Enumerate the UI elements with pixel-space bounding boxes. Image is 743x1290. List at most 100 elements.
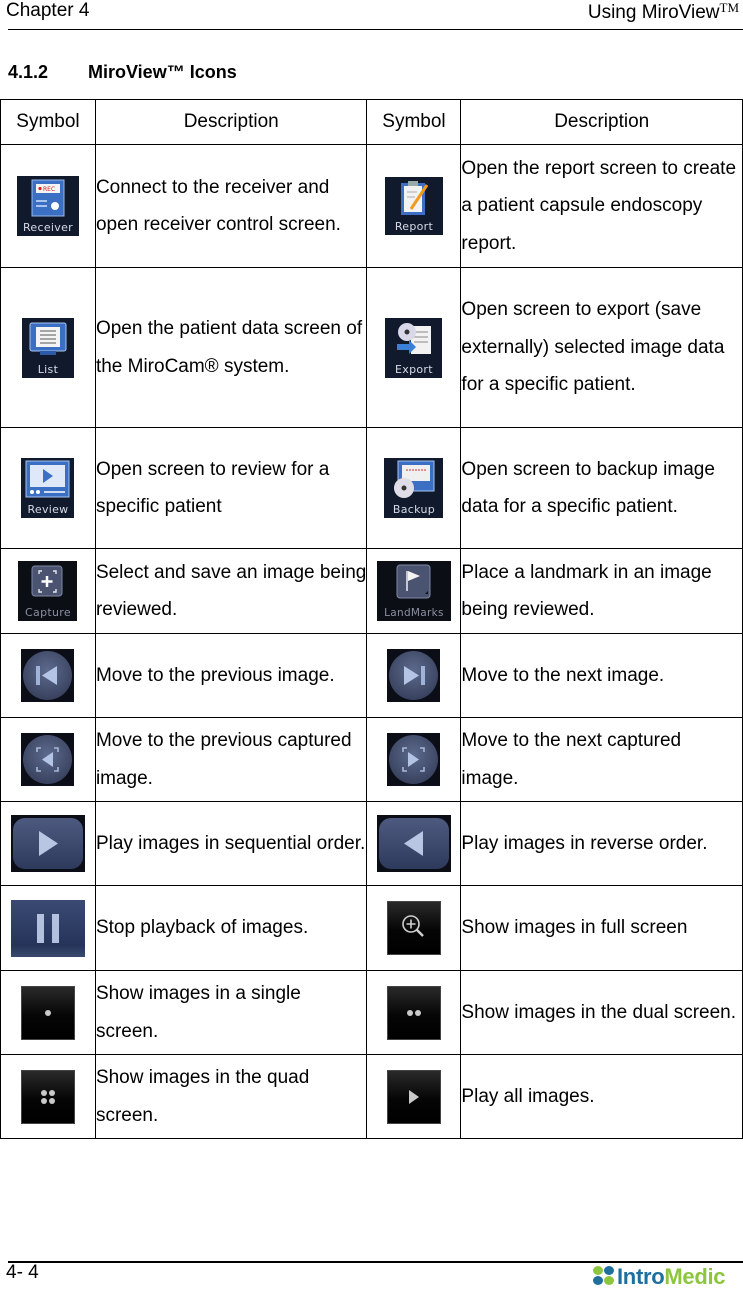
logo-text-intro: Intro — [617, 1264, 665, 1289]
page-number: 4- 4 — [6, 1262, 39, 1283]
header-title: Using MiroViewTM — [588, 0, 739, 24]
table-row: List Open the patient data screen of the… — [0, 267, 743, 428]
description-cell: Show images in the dual screen. — [460, 970, 743, 1055]
dot — [414, 1009, 421, 1016]
description-cell: Play all images. — [460, 1054, 743, 1139]
symbol-cell — [366, 801, 462, 886]
capture-icon: Capture — [18, 561, 78, 621]
quad-screen-icon[interactable] — [20, 1069, 75, 1124]
description-cell: Open the report screen to create a patie… — [460, 144, 743, 268]
dot — [48, 1089, 55, 1096]
symbol-cell — [0, 717, 96, 802]
column-header-description: Description — [460, 99, 743, 145]
pause-icon[interactable] — [10, 899, 85, 957]
table-row: Play images in sequential order. Play im… — [0, 801, 743, 886]
intromedic-logo: IntroMedic — [593, 1264, 726, 1290]
symbol-cell: Review — [0, 427, 96, 549]
chapter-label: Chapter 4 — [6, 0, 90, 21]
header-rule — [8, 29, 743, 30]
report-icon: Report — [384, 177, 443, 235]
dot — [48, 1097, 55, 1104]
backup-icon: Backup — [384, 458, 444, 518]
symbol-cell — [0, 885, 96, 971]
description-cell: Play images in sequential order. — [94, 801, 368, 886]
dot — [44, 1009, 51, 1016]
trademark-mark: TM — [719, 0, 740, 15]
description-cell: Move to the next image. — [460, 633, 743, 718]
table-row: Stop playback of images. Show images in … — [0, 885, 743, 971]
description-cell: Open screen to backup image data for a s… — [460, 427, 743, 549]
icon-label: List — [37, 362, 59, 376]
symbol-cell — [366, 717, 462, 802]
table-row: REC Receiver Connect to the receiver and… — [0, 144, 743, 268]
description-cell: Open screen to export (save externally) … — [460, 267, 743, 428]
header-title-text: Using MiroView — [587, 2, 720, 23]
description-cell: Play images in reverse order. — [460, 801, 743, 886]
review-icon: Review — [21, 458, 75, 518]
dot — [40, 1089, 47, 1096]
table-row: Capture Select and save an image being r… — [0, 548, 743, 634]
symbol-cell — [366, 1054, 462, 1139]
play-all-icon[interactable] — [386, 1069, 441, 1124]
symbol-cell — [0, 1054, 96, 1139]
description-cell: Place a landmark in an image being revie… — [460, 548, 743, 634]
icon-label: Review — [27, 503, 69, 516]
symbol-cell — [0, 801, 96, 886]
play-reverse-icon[interactable] — [376, 815, 451, 872]
column-header-symbol: Symbol — [366, 99, 462, 145]
symbol-cell: List — [0, 267, 96, 428]
dot — [40, 1097, 47, 1104]
section-heading: 4.1.2 MiroView™ Icons — [8, 62, 237, 83]
next-image-icon[interactable] — [387, 649, 441, 702]
description-cell: Show images in the quad screen. — [94, 1054, 368, 1139]
zoom-in-icon[interactable] — [386, 901, 441, 955]
table-row: Move to the previous image. Move to the … — [0, 633, 743, 718]
description-cell: Show images in a single screen. — [94, 970, 368, 1055]
column-header-symbol: Symbol — [0, 99, 96, 145]
symbol-cell — [366, 633, 462, 718]
description-cell: Move to the previous captured image. — [94, 717, 368, 802]
table-header-row: Symbol Description Symbol Description — [0, 99, 743, 145]
icon-label: Report — [394, 220, 434, 233]
icon-label: Export — [395, 362, 433, 376]
symbol-cell: REC Receiver — [0, 144, 96, 268]
description-cell: Move to the next captured image. — [460, 717, 743, 802]
receiver-icon: REC Receiver — [16, 176, 79, 236]
previous-captured-icon[interactable] — [21, 733, 75, 786]
description-cell: Move to the previous image. — [94, 633, 368, 718]
landmarks-icon: LandMarks — [376, 561, 451, 621]
table-row: Move to the previous captured image. Mov… — [0, 717, 743, 802]
symbol-cell: Report — [366, 144, 462, 268]
description-cell: Select and save an image being reviewed. — [94, 548, 368, 634]
svg-text:REC: REC — [43, 186, 55, 193]
icons-table: Symbol Description Symbol Description RE… — [0, 99, 743, 1139]
section-number: 4.1.2 — [8, 62, 49, 82]
column-header-description: Description — [94, 99, 368, 145]
next-captured-icon[interactable] — [387, 733, 441, 786]
symbol-cell: LandMarks — [366, 548, 462, 634]
export-icon: Export — [385, 317, 443, 378]
description-cell: Open the patient data screen of the Miro… — [94, 267, 368, 428]
footer-rule — [8, 1261, 743, 1263]
icon-label: Receiver — [22, 221, 73, 234]
symbol-cell — [366, 885, 462, 971]
description-cell: Connect to the receiver and open receive… — [94, 144, 368, 268]
description-cell: Stop playback of images. — [94, 885, 368, 971]
description-cell: Open screen to review for a specific pat… — [94, 427, 368, 549]
list-icon: List — [21, 317, 74, 378]
symbol-cell: Export — [366, 267, 462, 428]
symbol-cell — [366, 970, 462, 1055]
icon-label: Capture — [25, 606, 71, 619]
single-screen-icon[interactable] — [20, 985, 75, 1040]
symbol-cell — [0, 970, 96, 1055]
icon-label: LandMarks — [384, 607, 444, 619]
section-title: MiroView™ Icons — [88, 62, 237, 82]
table-row: Review Open screen to review for a speci… — [0, 427, 743, 549]
dual-screen-icon[interactable] — [386, 985, 441, 1040]
dot — [406, 1009, 413, 1016]
symbol-cell — [0, 633, 96, 718]
previous-image-icon[interactable] — [21, 649, 75, 702]
symbol-cell: Backup — [366, 427, 462, 549]
table-row: Show images in a single screen. Show ima… — [0, 970, 743, 1055]
play-forward-icon[interactable] — [10, 815, 85, 872]
